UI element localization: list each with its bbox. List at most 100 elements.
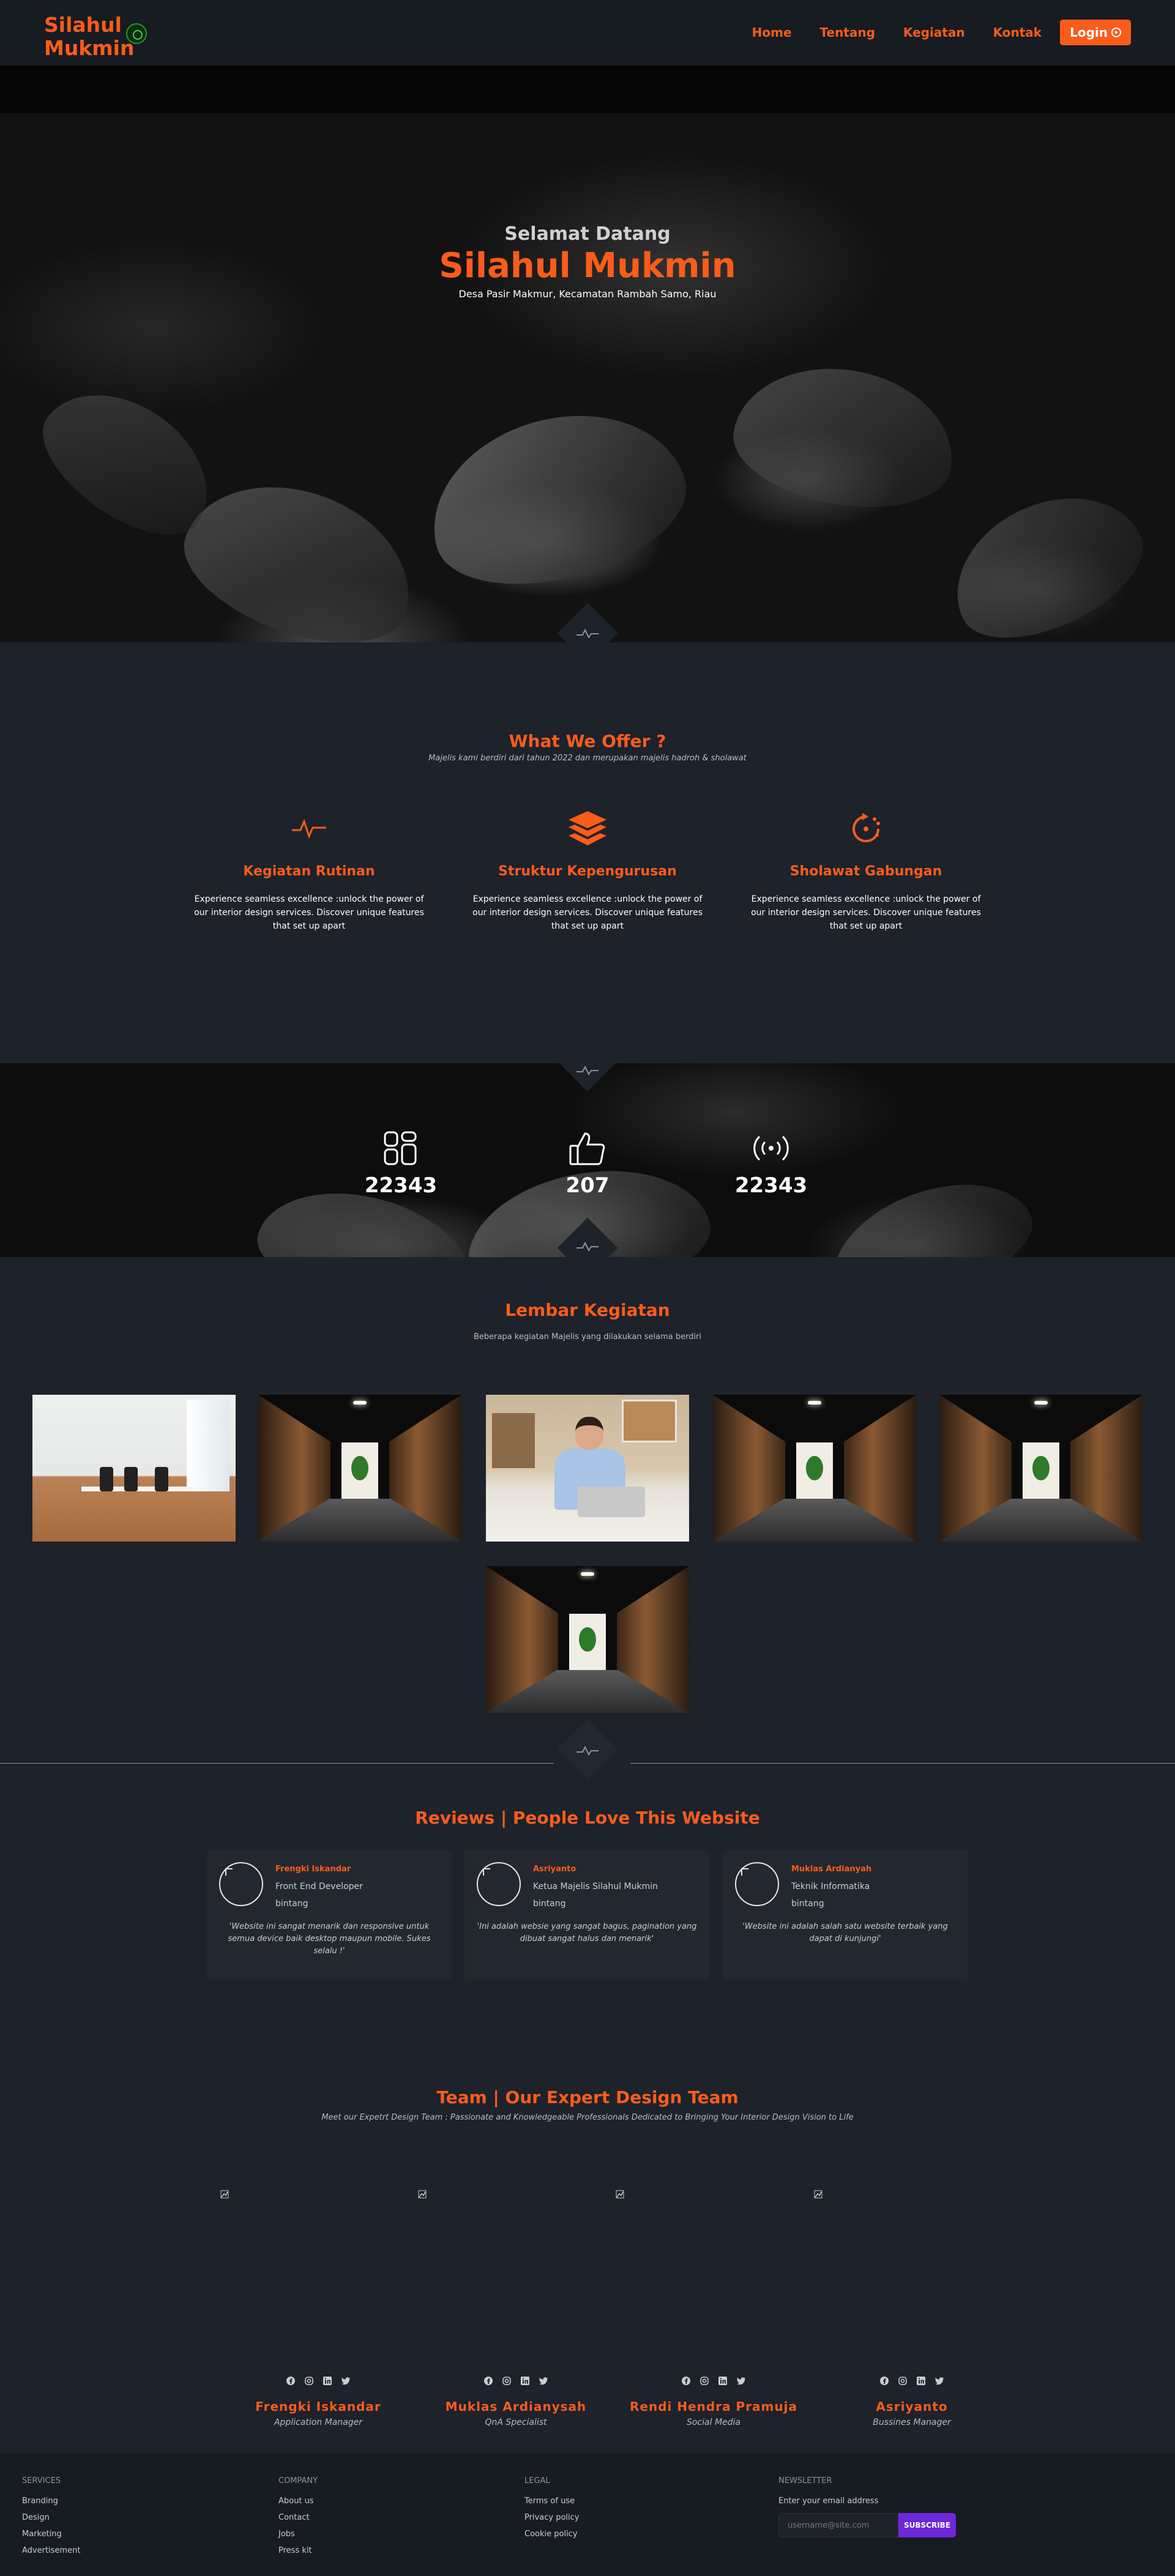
nav-link-kegiatan[interactable]: Kegiatan	[903, 25, 965, 40]
facebook-icon[interactable]	[879, 2376, 889, 2386]
thumbs-up-icon	[569, 1132, 605, 1165]
feature-title: Sholawat Gabungan	[789, 864, 942, 879]
feature-desc: Experience seamless excellence :unlock t…	[194, 894, 424, 931]
broken-image-icon	[418, 2190, 427, 2199]
gallery-photo[interactable]	[939, 1395, 1143, 1542]
stat-item: 22343	[710, 1127, 832, 1198]
avatar	[219, 1862, 263, 1906]
footer-link[interactable]: Advertisement	[22, 2546, 80, 2555]
review-text: 'Ini adalah websie yang sangat bagus, pa…	[477, 1922, 697, 1943]
footer-link[interactable]: Cookie policy	[524, 2530, 579, 2539]
section-divider	[0, 1763, 554, 1764]
login-button[interactable]: Login	[1060, 20, 1131, 45]
feature-card: Kegiatan Rutinan Experience seamless exc…	[187, 807, 431, 933]
team-member-card: Rendi Hendra Pramuja Social Media	[616, 2190, 811, 2435]
hero-leaf-image	[412, 388, 702, 609]
broadcast-icon	[753, 1135, 789, 1161]
pulse-icon	[576, 1745, 599, 1756]
facebook-icon[interactable]	[286, 2376, 296, 2386]
footer-link[interactable]: About us	[278, 2496, 318, 2506]
linkedin-icon[interactable]	[323, 2376, 332, 2386]
facebook-icon[interactable]	[483, 2376, 493, 2386]
footer-link[interactable]: Jobs	[278, 2530, 318, 2539]
brand-logo-icon	[126, 23, 147, 44]
stat-value: 207	[565, 1173, 610, 1198]
section-divider	[630, 1763, 1175, 1764]
footer-col-services: Services Branding Design Marketing Adver…	[22, 2476, 80, 2563]
gallery-photo[interactable]	[713, 1395, 916, 1542]
nav-link-kontak[interactable]: Kontak	[993, 25, 1042, 40]
feature-card: Struktur Kepengurusan Experience seamles…	[465, 807, 710, 933]
twitter-icon[interactable]	[934, 2376, 944, 2386]
gallery-photo[interactable]	[258, 1395, 461, 1542]
twitter-icon[interactable]	[539, 2376, 548, 2386]
gallery-subtitle: Beberapa kegiatan Majelis yang dilakukan…	[473, 1332, 702, 1342]
reviewer-rating: bintang	[275, 1899, 308, 1909]
facebook-icon[interactable]	[681, 2376, 691, 2386]
feature-desc: Experience seamless excellence :unlock t…	[751, 894, 981, 931]
avatar	[477, 1862, 521, 1906]
footer-col-legal: Legal Terms of use Privacy policy Cookie…	[524, 2476, 579, 2546]
gallery-photo[interactable]	[486, 1566, 689, 1713]
gallery-photo[interactable]	[32, 1395, 236, 1542]
footer-link[interactable]: Terms of use	[524, 2496, 579, 2506]
footer: Services Branding Design Marketing Adver…	[0, 2453, 1175, 2576]
footer-heading: Services	[22, 2476, 61, 2485]
footer-link[interactable]: Design	[22, 2513, 80, 2522]
broken-image-icon	[814, 2190, 822, 2199]
navbar: Silahul Mukmin Home Tentang Kegiatan Kon…	[0, 0, 1175, 65]
team-member-card: Muklas Ardianysah QnA Specialist	[418, 2190, 614, 2435]
footer-link[interactable]: Marketing	[22, 2530, 80, 2539]
login-label: Login	[1070, 25, 1108, 40]
stats-leaf-image	[815, 1159, 1046, 1257]
hero-leaf-image	[724, 352, 965, 523]
header-band	[0, 65, 1175, 113]
footer-heading: Newsletter	[778, 2476, 832, 2485]
newsletter-email-input[interactable]	[778, 2513, 898, 2537]
reviewer-name: Muklas Ardianyah	[791, 1865, 872, 1874]
linkedin-icon[interactable]	[916, 2376, 926, 2386]
pulse-icon	[576, 628, 599, 639]
footer-link[interactable]: Contact	[278, 2513, 318, 2522]
pulse-icon	[292, 818, 326, 839]
instagram-icon[interactable]	[699, 2376, 709, 2386]
instagram-icon[interactable]	[898, 2376, 908, 2386]
footer-heading: Company	[278, 2476, 318, 2485]
linkedin-icon[interactable]	[520, 2376, 530, 2386]
broken-image-icon	[616, 2190, 624, 2199]
subscribe-button[interactable]: SUBSCRIBE	[898, 2513, 956, 2537]
review-card: Asriyanto Ketua Majelis Silahul Mukmin b…	[464, 1850, 709, 1980]
member-role: QnA Specialist	[485, 2418, 547, 2427]
twitter-icon[interactable]	[736, 2376, 746, 2386]
feature-title: Struktur Kepengurusan	[498, 864, 677, 879]
footer-heading: Legal	[524, 2476, 550, 2485]
gallery-photo[interactable]	[486, 1395, 689, 1542]
brand-title[interactable]: Silahul Mukmin	[44, 13, 134, 60]
footer-col-company: Company About us Contact Jobs Press kit	[278, 2476, 318, 2563]
team-subtitle: Meet our Expetrt Design Team : Passionat…	[321, 2113, 854, 2122]
reviewer-role: Ketua Majelis Silahul Mukmin	[533, 1882, 658, 1891]
feature-title: Kegiatan Rutinan	[243, 864, 375, 879]
avatar	[735, 1862, 779, 1906]
hero-text: Selamat Datang Silahul Mukmin Desa Pasir…	[0, 223, 1175, 300]
instagram-icon[interactable]	[304, 2376, 314, 2386]
nav-menu: Home Tentang Kegiatan Kontak Login	[724, 20, 1131, 45]
twitter-icon[interactable]	[341, 2376, 351, 2386]
instagram-icon[interactable]	[502, 2376, 512, 2386]
member-role: Social Media	[686, 2418, 740, 2427]
review-text: 'Website ini adalah salah satu website t…	[742, 1922, 948, 1943]
member-role: Bussines Manager	[873, 2418, 951, 2427]
linkedin-icon[interactable]	[718, 2376, 728, 2386]
member-name: Muklas Ardianysah	[445, 2399, 587, 2414]
refresh-dots-icon	[852, 813, 880, 842]
newsletter-label: Enter your email address	[778, 2496, 879, 2506]
footer-col-newsletter: Newsletter Enter your email address SUBS…	[778, 2476, 956, 2537]
nav-link-home[interactable]: Home	[752, 25, 792, 40]
footer-link[interactable]: Press kit	[278, 2546, 318, 2555]
nav-link-tentang[interactable]: Tentang	[820, 25, 875, 40]
login-arrow-icon	[1111, 28, 1121, 37]
stat-item: 22343	[340, 1127, 462, 1198]
footer-link[interactable]: Privacy policy	[524, 2513, 579, 2522]
footer-link[interactable]: Branding	[22, 2496, 80, 2506]
hero-subtitle: Desa Pasir Makmur, Kecamatan Rambah Samo…	[458, 288, 717, 300]
